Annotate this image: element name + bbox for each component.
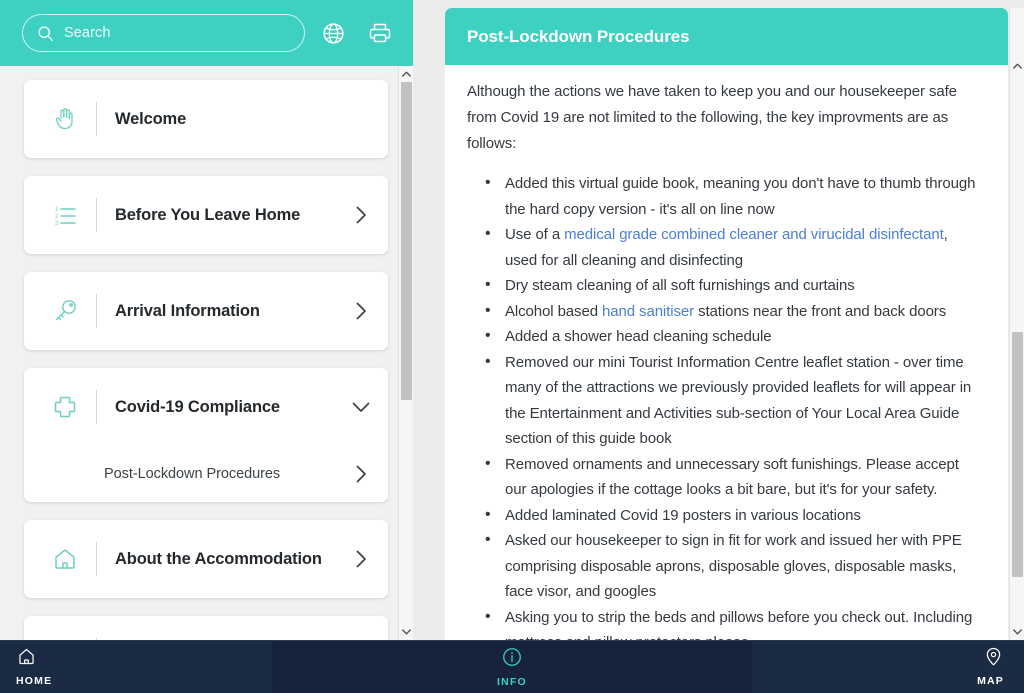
sidebar-item-label: About the Accommodation bbox=[115, 549, 322, 568]
page-title: Post-Lockdown Procedures bbox=[467, 26, 690, 46]
list-item: Added a shower head cleaning schedule bbox=[481, 323, 976, 350]
list-item: Use of a medical grade combined cleaner … bbox=[481, 221, 976, 273]
search-bar bbox=[0, 0, 413, 66]
sidebar-card-covid-19-compliance: Covid-19 Compliance Post-Lockdown Proced… bbox=[24, 368, 388, 502]
sidebar-card-arrival-information: Arrival Information bbox=[24, 272, 388, 350]
divider bbox=[96, 198, 97, 232]
divider bbox=[96, 542, 97, 576]
sidebar-card-before-you-leave-home: 1 2 3 Before You Leave Home bbox=[24, 176, 388, 254]
sidebar-subitem-label: Post-Lockdown Procedures bbox=[104, 466, 281, 482]
key-icon bbox=[42, 296, 88, 326]
svg-text:2: 2 bbox=[55, 214, 59, 220]
divider bbox=[0, 640, 272, 641]
search-icon bbox=[37, 25, 54, 42]
home-icon bbox=[16, 646, 37, 672]
content-header: Post-Lockdown Procedures bbox=[445, 8, 1008, 65]
search-field-wrapper[interactable] bbox=[22, 14, 305, 52]
map-pin-icon bbox=[983, 646, 1004, 672]
procedures-list: Added this virtual guide book, meaning y… bbox=[467, 170, 976, 641]
sidebar-item-label: Welcome bbox=[115, 109, 187, 128]
list-item: Dry steam cleaning of all soft furnishin… bbox=[481, 272, 976, 299]
sidebar-item-label: Before You Leave Home bbox=[115, 205, 301, 224]
scroll-up-button[interactable] bbox=[399, 66, 414, 82]
content-scrollbar[interactable] bbox=[1009, 8, 1024, 640]
chevron-right-icon[interactable] bbox=[350, 550, 372, 568]
content-pane: Post-Lockdown Procedures Although the ac… bbox=[435, 0, 1024, 640]
medical-cross-icon bbox=[42, 392, 88, 422]
bottom-nav-map[interactable]: MAP bbox=[752, 640, 1024, 693]
divider bbox=[96, 390, 97, 424]
scroll-up-button[interactable] bbox=[1010, 58, 1024, 74]
sidebar-item-wifi-internet-details[interactable]: WiFi / Internet Details bbox=[24, 616, 388, 640]
sidebar-subitem-post-lockdown-procedures[interactable]: Post-Lockdown Procedures bbox=[24, 446, 388, 502]
content-body: Although the actions we have taken to ke… bbox=[445, 65, 1008, 640]
list-item: Removed our mini Tourist Information Cen… bbox=[481, 349, 976, 452]
printer-icon[interactable] bbox=[361, 14, 399, 52]
scroll-thumb[interactable] bbox=[400, 82, 412, 400]
sidebar-item-arrival-information[interactable]: Arrival Information bbox=[24, 272, 388, 350]
chevron-right-icon[interactable] bbox=[350, 302, 372, 320]
home-icon bbox=[42, 544, 88, 574]
sidebar-item-label: Covid-19 Compliance bbox=[115, 397, 280, 416]
sidebar-item-before-you-leave-home[interactable]: 1 2 3 Before You Leave Home bbox=[24, 176, 388, 254]
sidebar-card-wifi-internet-details: WiFi / Internet Details bbox=[24, 616, 388, 640]
scroll-down-button[interactable] bbox=[1010, 624, 1024, 640]
app-root: Welcome 1 2 3 bbox=[0, 0, 1024, 693]
sidebar-pane: Welcome 1 2 3 bbox=[0, 0, 413, 640]
bottom-navigation: HOME INFO MAP bbox=[0, 640, 1024, 693]
list-item: Asking you to strip the beds and pillows… bbox=[481, 604, 976, 641]
bottom-nav-label: INFO bbox=[497, 675, 527, 688]
bottom-nav-info[interactable]: INFO bbox=[272, 640, 752, 693]
sidebar-item-welcome[interactable]: Welcome bbox=[24, 80, 388, 158]
chevron-right-icon[interactable] bbox=[350, 465, 372, 483]
sidebar-item-label: Arrival Information bbox=[115, 301, 260, 320]
list-item: Alcohol based hand sanitiser stations ne… bbox=[481, 298, 976, 325]
chevron-right-icon[interactable] bbox=[350, 206, 372, 224]
sidebar-item-about-the-accommodation[interactable]: About the Accommodation bbox=[24, 520, 388, 598]
scroll-track[interactable] bbox=[399, 82, 414, 624]
chevron-down-icon[interactable] bbox=[350, 402, 372, 413]
sidebar-card-welcome: Welcome bbox=[24, 80, 388, 158]
body-area: Welcome 1 2 3 bbox=[0, 0, 1024, 640]
list-item: Added this virtual guide book, meaning y… bbox=[481, 170, 976, 222]
scroll-thumb[interactable] bbox=[1011, 332, 1023, 577]
numbered-list-icon: 1 2 3 bbox=[42, 200, 88, 230]
divider bbox=[752, 640, 1024, 641]
bottom-nav-home[interactable]: HOME bbox=[0, 640, 272, 693]
divider bbox=[272, 640, 752, 641]
sidebar-scrollbar[interactable] bbox=[398, 66, 413, 640]
hand-wave-icon bbox=[42, 104, 88, 134]
sidebar-item-covid-19-compliance[interactable]: Covid-19 Compliance bbox=[24, 368, 388, 446]
sidebar-card-about-the-accommodation: About the Accommodation bbox=[24, 520, 388, 598]
intro-paragraph: Although the actions we have taken to ke… bbox=[467, 83, 957, 152]
scroll-track[interactable] bbox=[1010, 74, 1024, 624]
svg-text:1: 1 bbox=[55, 207, 59, 213]
link-hand-sanitiser[interactable]: hand sanitiser bbox=[602, 303, 694, 320]
list-item: Asked our housekeeper to sign in fit for… bbox=[481, 527, 976, 605]
sidebar-scroll-area: Welcome 1 2 3 Before You Leave Home Arri… bbox=[0, 66, 413, 640]
info-circle-icon bbox=[501, 646, 523, 673]
link-medical-grade-disinfectant[interactable]: medical grade combined cleaner and viruc… bbox=[564, 226, 944, 243]
pane-gutter bbox=[413, 0, 435, 640]
search-input[interactable] bbox=[64, 25, 290, 41]
list-item: Removed ornaments and unnecessary soft f… bbox=[481, 451, 976, 503]
bottom-nav-label: MAP bbox=[977, 675, 1004, 687]
scroll-down-button[interactable] bbox=[399, 624, 414, 640]
globe-icon[interactable] bbox=[314, 14, 352, 52]
divider bbox=[96, 294, 97, 328]
svg-text:3: 3 bbox=[55, 221, 59, 227]
bottom-nav-label: HOME bbox=[16, 675, 53, 687]
divider bbox=[96, 102, 97, 136]
list-item: Added laminated Covid 19 posters in vari… bbox=[481, 502, 976, 529]
